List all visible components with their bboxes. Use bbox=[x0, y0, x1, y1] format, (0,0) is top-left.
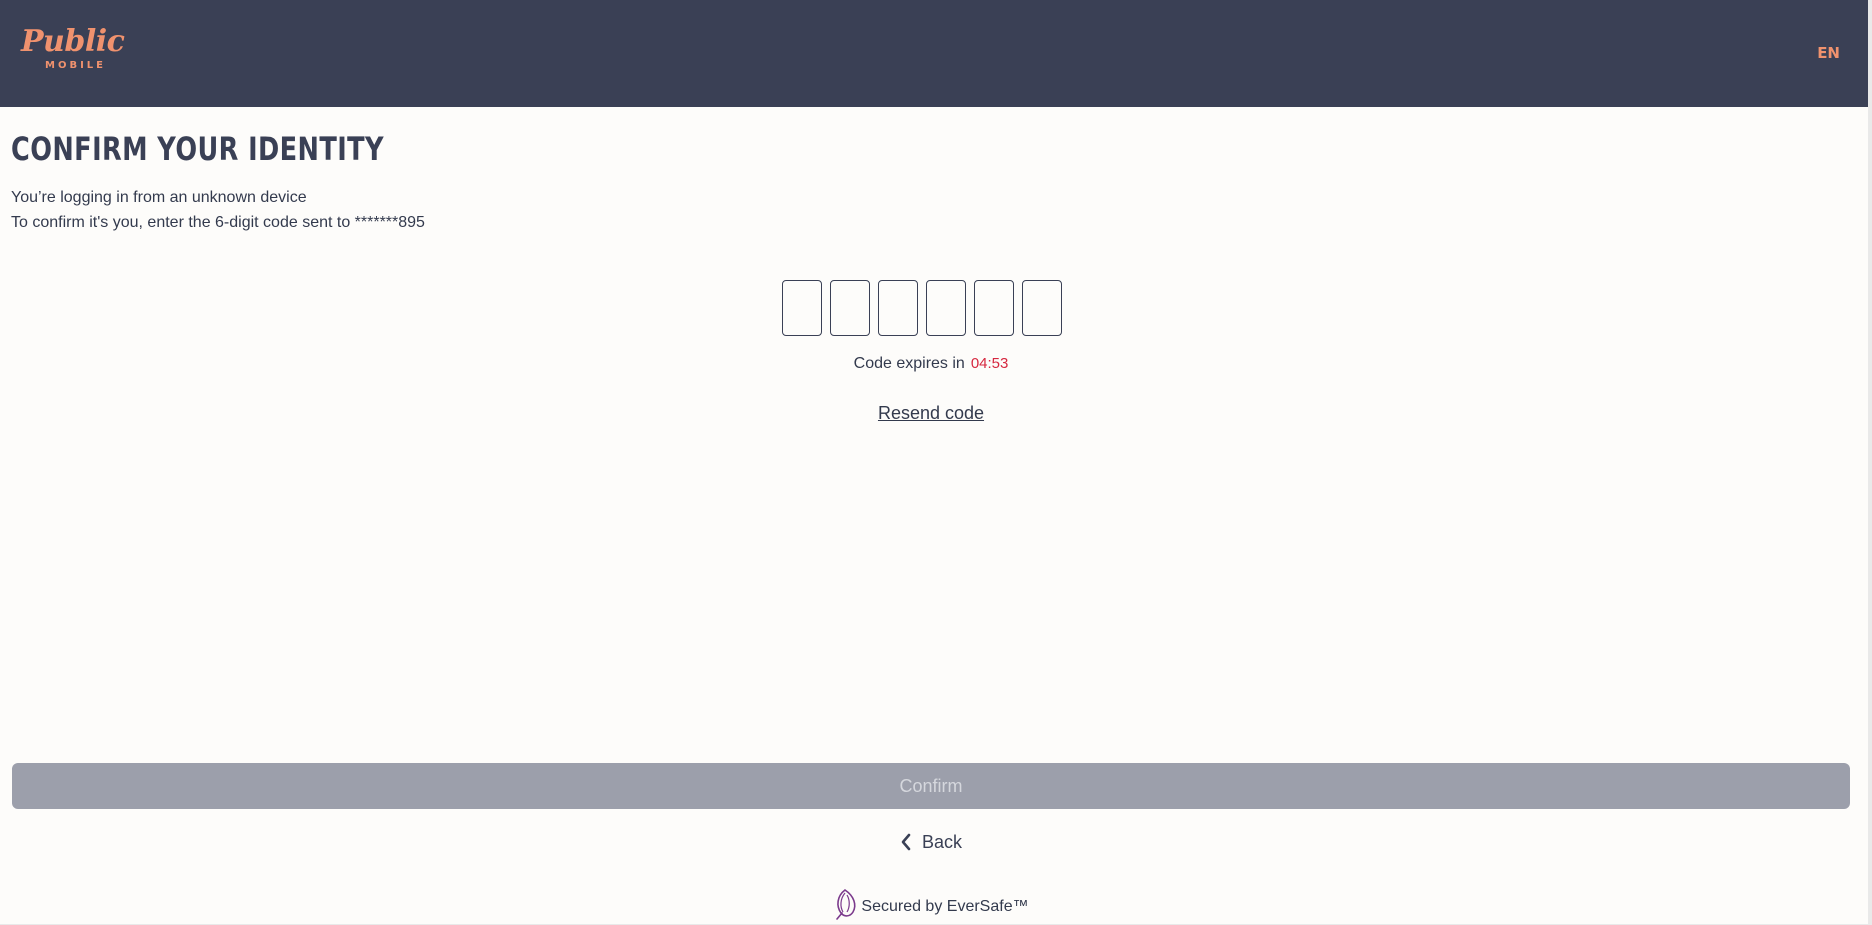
logo-wordmark: Public bbox=[21, 24, 125, 59]
code-digit-4[interactable] bbox=[926, 280, 966, 336]
expiry-timer: 04:53 bbox=[970, 355, 1009, 372]
code-digit-5[interactable] bbox=[974, 280, 1014, 336]
language-toggle[interactable]: EN bbox=[1817, 44, 1840, 62]
code-digit-6[interactable] bbox=[1022, 280, 1062, 336]
resend-row: Resend code bbox=[0, 402, 1862, 426]
code-digit-1[interactable] bbox=[782, 280, 822, 336]
logo-subtitle: MOBILE bbox=[45, 60, 106, 71]
back-row: Back bbox=[0, 830, 1862, 859]
page: Public MOBILE EN CONFIRM YOUR IDENTITY Y… bbox=[0, 0, 1868, 924]
eversafe-leaf-icon bbox=[833, 888, 857, 925]
code-instructions: To confirm it's you, enter the 6-digit c… bbox=[11, 214, 425, 231]
back-label: Back bbox=[921, 832, 963, 852]
back-link[interactable]: Back bbox=[900, 830, 962, 854]
code-digit-2[interactable] bbox=[830, 280, 870, 336]
unknown-device-message: You’re logging in from an unknown device bbox=[11, 189, 307, 206]
verification-code-input bbox=[782, 280, 1062, 336]
secured-label: Secured by EverSafe™ bbox=[861, 897, 1029, 915]
secured-by-footer: Secured by EverSafe™ bbox=[0, 888, 1862, 925]
page-title: CONFIRM YOUR IDENTITY bbox=[11, 130, 384, 168]
code-expiry: Code expires in 04:53 bbox=[0, 354, 1862, 374]
code-digit-3[interactable] bbox=[878, 280, 918, 336]
confirm-button[interactable]: Confirm bbox=[12, 763, 1850, 809]
expiry-label: Code expires in bbox=[853, 355, 965, 372]
header-bar: Public MOBILE EN bbox=[0, 0, 1868, 107]
chevron-left-icon bbox=[900, 833, 912, 851]
public-mobile-logo[interactable]: Public MOBILE bbox=[21, 24, 136, 74]
resend-code-link[interactable]: Resend code bbox=[878, 403, 984, 423]
